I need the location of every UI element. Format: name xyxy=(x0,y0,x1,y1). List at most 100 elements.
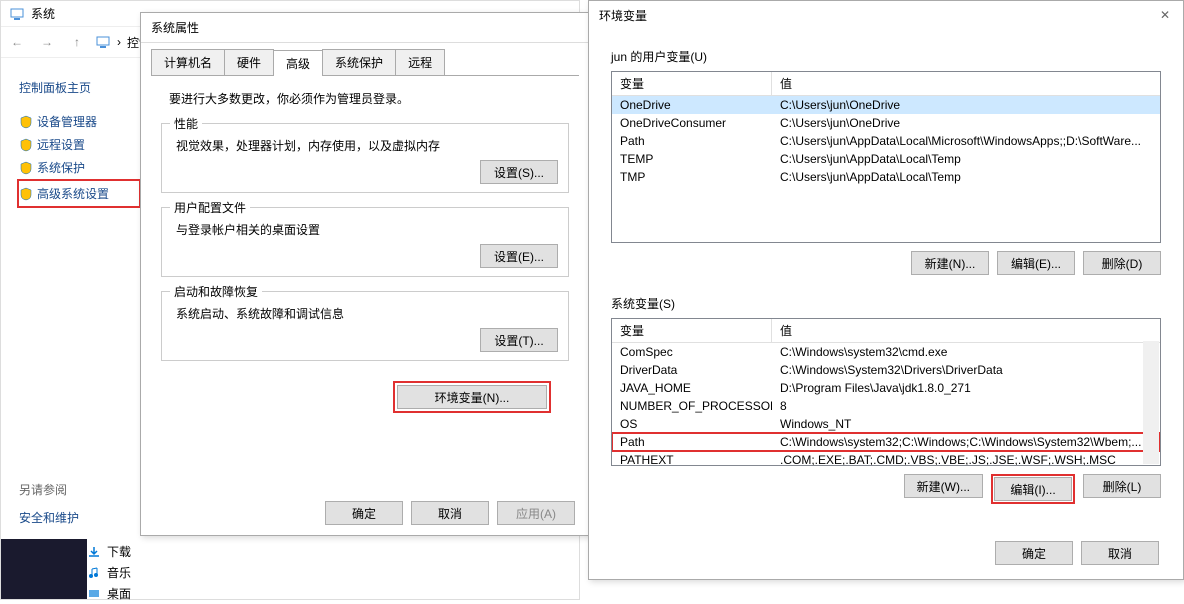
tab-strip: 计算机名 硬件 高级 系统保护 远程 xyxy=(141,43,589,75)
cell-var-value: C:\Users\jun\AppData\Local\Temp xyxy=(772,168,1160,186)
group-title-startup: 启动和故障恢复 xyxy=(170,283,262,300)
tab-computer-name[interactable]: 计算机名 xyxy=(151,49,225,75)
table-row[interactable]: TEMPC:\Users\jun\AppData\Local\Temp xyxy=(612,150,1160,168)
forward-button[interactable]: → xyxy=(35,30,59,54)
sidebar-item-device-manager[interactable]: 设备管理器 xyxy=(19,110,141,133)
dialog-title-bar: 环境变量 ✕ xyxy=(589,1,1183,30)
computer-icon xyxy=(95,34,111,50)
table-row[interactable]: OneDriveC:\Users\jun\OneDrive xyxy=(612,96,1160,114)
tab-label: 高级 xyxy=(286,57,310,71)
startup-recovery-group: 启动和故障恢复 系统启动、系统故障和调试信息 设置(T)... xyxy=(161,291,569,361)
startup-settings-button[interactable]: 设置(T)... xyxy=(480,328,558,352)
tab-system-protection[interactable]: 系统保护 xyxy=(322,49,396,75)
cell-var-name: TEMP xyxy=(612,150,772,168)
tree-item-label: 音乐 xyxy=(107,564,131,581)
environment-variables-button[interactable]: 环境变量(N)... xyxy=(397,385,547,409)
table-row[interactable]: DriverDataC:\Windows\System32\Drivers\Dr… xyxy=(612,361,1160,379)
shield-icon xyxy=(19,161,33,175)
tree-item-desktop[interactable]: 桌面 xyxy=(87,583,131,604)
cell-var-value: C:\Windows\system32\cmd.exe xyxy=(772,343,1160,361)
tree-item-downloads[interactable]: 下载 xyxy=(87,541,131,562)
dialog-footer: 确定 取消 应用(A) xyxy=(325,501,575,525)
col-value: 值 xyxy=(772,319,1160,342)
system-properties-dialog: 系统属性 计算机名 硬件 高级 系统保护 远程 要进行大多数更改，你必须作为管理… xyxy=(140,12,590,536)
system-variables-table[interactable]: 变量 值 ComSpecC:\Windows\system32\cmd.exeD… xyxy=(611,318,1161,466)
cell-var-name: Path xyxy=(612,433,772,451)
new-user-var-button[interactable]: 新建(N)... xyxy=(911,251,989,275)
table-row[interactable]: TMPC:\Users\jun\AppData\Local\Temp xyxy=(612,168,1160,186)
cell-var-value: Windows_NT xyxy=(772,415,1160,433)
new-sys-var-button[interactable]: 新建(W)... xyxy=(904,474,983,498)
scrollbar[interactable] xyxy=(1143,341,1159,464)
performance-settings-button[interactable]: 设置(S)... xyxy=(480,160,558,184)
cancel-button[interactable]: 取消 xyxy=(1081,541,1159,565)
col-value: 值 xyxy=(772,72,1160,95)
table-row[interactable]: JAVA_HOMED:\Program Files\Java\jdk1.8.0_… xyxy=(612,379,1160,397)
highlight-env-vars-button: 环境变量(N)... xyxy=(393,381,551,413)
col-variable: 变量 xyxy=(612,72,772,95)
sidebar-heading[interactable]: 控制面板主页 xyxy=(19,79,141,96)
cell-var-value: C:\Windows\system32;C:\Windows;C:\Window… xyxy=(772,433,1160,451)
edit-sys-var-button[interactable]: 编辑(I)... xyxy=(994,477,1072,501)
computer-icon xyxy=(9,6,25,22)
explorer-tree: 下载 音乐 桌面 xyxy=(87,541,131,604)
cell-var-name: Path xyxy=(612,132,772,150)
table-row[interactable]: OneDriveConsumerC:\Users\jun\OneDrive xyxy=(612,114,1160,132)
sidebar-item-remote-settings[interactable]: 远程设置 xyxy=(19,133,141,156)
ok-button[interactable]: 确定 xyxy=(995,541,1073,565)
table-row[interactable]: ComSpecC:\Windows\system32\cmd.exe xyxy=(612,343,1160,361)
highlight-edit-sys-var: 编辑(I)... xyxy=(991,474,1075,504)
cell-var-name: ComSpec xyxy=(612,343,772,361)
cell-var-name: PATHEXT xyxy=(612,451,772,466)
cell-var-name: JAVA_HOME xyxy=(612,379,772,397)
table-row[interactable]: NUMBER_OF_PROCESSORS8 xyxy=(612,397,1160,415)
table-header: 变量 值 xyxy=(612,319,1160,343)
back-button[interactable]: ← xyxy=(5,30,29,54)
tab-hardware[interactable]: 硬件 xyxy=(224,49,274,75)
edit-user-var-button[interactable]: 编辑(E)... xyxy=(997,251,1075,275)
tree-item-music[interactable]: 音乐 xyxy=(87,562,131,583)
sidebar-item-system-protection[interactable]: 系统保护 xyxy=(19,156,141,179)
tab-remote[interactable]: 远程 xyxy=(395,49,445,75)
performance-group: 性能 视觉效果，处理器计划，内存使用，以及虚拟内存 设置(S)... xyxy=(161,123,569,193)
delete-user-var-button[interactable]: 删除(D) xyxy=(1083,251,1161,275)
desktop-icon xyxy=(87,587,101,601)
sidebar-item-label: 远程设置 xyxy=(37,136,85,153)
see-also-label: 安全和维护 xyxy=(19,509,79,526)
sidebar-item-advanced-settings[interactable]: 高级系统设置 xyxy=(19,182,131,205)
shield-icon xyxy=(19,115,33,129)
user-variables-label: jun 的用户变量(U) xyxy=(611,48,1161,65)
environment-variables-dialog: 环境变量 ✕ jun 的用户变量(U) 变量 值 OneDriveC:\User… xyxy=(588,0,1184,580)
cell-var-name: DriverData xyxy=(612,361,772,379)
cell-var-name: OS xyxy=(612,415,772,433)
dialog-title: 系统属性 xyxy=(141,13,589,43)
cell-var-value: C:\Users\jun\OneDrive xyxy=(772,96,1160,114)
ok-button[interactable]: 确定 xyxy=(325,501,403,525)
close-button[interactable]: ✕ xyxy=(1157,7,1173,23)
table-row-path[interactable]: PathC:\Windows\system32;C:\Windows;C:\Wi… xyxy=(612,433,1160,451)
see-also-link-security[interactable]: 安全和维护 xyxy=(19,506,79,529)
startup-desc: 系统启动、系统故障和调试信息 xyxy=(162,305,568,328)
profile-settings-button[interactable]: 设置(E)... xyxy=(480,244,558,268)
apply-button[interactable]: 应用(A) xyxy=(497,501,575,525)
see-also-section: 另请参阅 安全和维护 xyxy=(19,481,79,529)
user-variable-buttons: 新建(N)... 编辑(E)... 删除(D) xyxy=(611,251,1161,275)
cell-var-name: OneDriveConsumer xyxy=(612,114,772,132)
tab-content-advanced: 要进行大多数更改，你必须作为管理员登录。 性能 视觉效果，处理器计划，内存使用，… xyxy=(141,76,589,427)
up-button[interactable]: ↑ xyxy=(65,30,89,54)
tab-advanced[interactable]: 高级 xyxy=(273,50,323,76)
tab-label: 系统保护 xyxy=(335,56,383,70)
tab-label: 计算机名 xyxy=(164,56,212,70)
cell-var-value: .COM;.EXE;.BAT;.CMD;.VBS;.VBE;.JS;.JSE;.… xyxy=(772,451,1160,466)
col-variable: 变量 xyxy=(612,319,772,342)
table-row[interactable]: PathC:\Users\jun\AppData\Local\Microsoft… xyxy=(612,132,1160,150)
table-row[interactable]: OSWindows_NT xyxy=(612,415,1160,433)
highlight-advanced-system-settings: 高级系统设置 xyxy=(17,179,141,208)
table-row[interactable]: PATHEXT.COM;.EXE;.BAT;.CMD;.VBS;.VBE;.JS… xyxy=(612,451,1160,466)
cancel-button[interactable]: 取消 xyxy=(411,501,489,525)
user-variables-table[interactable]: 变量 值 OneDriveC:\Users\jun\OneDriveOneDri… xyxy=(611,71,1161,243)
delete-sys-var-button[interactable]: 删除(L) xyxy=(1083,474,1161,498)
music-icon xyxy=(87,566,101,580)
sidebar-item-label: 高级系统设置 xyxy=(37,185,109,202)
cell-var-value: 8 xyxy=(772,397,1160,415)
